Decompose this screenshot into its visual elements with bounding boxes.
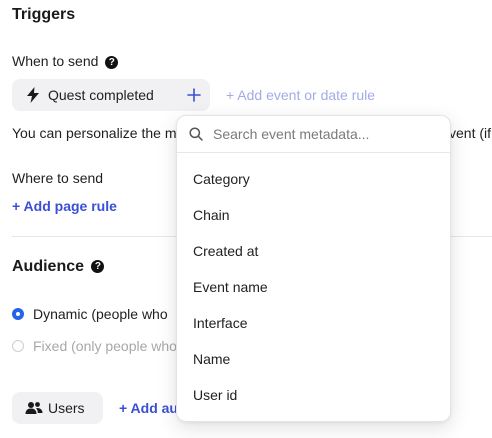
event-chip-label: Quest completed bbox=[48, 87, 154, 103]
help-icon[interactable]: ? bbox=[91, 260, 105, 274]
audience-title: Audience bbox=[12, 258, 85, 275]
event-chip[interactable]: Quest completed bbox=[12, 79, 210, 111]
when-to-send-text: When to send bbox=[12, 53, 99, 69]
personalize-text-right: vent (if bbox=[449, 125, 492, 141]
search-icon bbox=[189, 127, 203, 141]
dropdown-option-created-at[interactable]: Created at bbox=[193, 241, 258, 261]
dropdown-option-interface[interactable]: Interface bbox=[193, 313, 247, 333]
where-to-send-label: Where to send bbox=[12, 170, 104, 186]
personalize-text-left: You can personalize the m bbox=[12, 125, 177, 141]
users-chip[interactable]: Users bbox=[12, 392, 103, 424]
search-event-metadata-input[interactable] bbox=[213, 124, 438, 144]
audience-heading: Audience ? bbox=[12, 258, 105, 276]
help-icon[interactable]: ? bbox=[105, 55, 119, 69]
when-to-send-label: When to send ? bbox=[12, 53, 119, 69]
add-page-rule-link[interactable]: + Add page rule bbox=[12, 198, 117, 214]
triggers-heading: Triggers bbox=[12, 6, 76, 23]
dynamic-radio-label: Dynamic (people who bbox=[33, 306, 168, 322]
add-event-or-date-rule-link[interactable]: + Add event or date rule bbox=[226, 87, 375, 103]
dropdown-option-name[interactable]: Name bbox=[193, 349, 230, 369]
dropdown-search-row bbox=[177, 116, 450, 153]
dynamic-radio[interactable] bbox=[12, 308, 24, 320]
dropdown-option-user-id[interactable]: User id bbox=[193, 385, 237, 405]
dropdown-option-event-name[interactable]: Event name bbox=[193, 277, 268, 297]
lightning-bolt-icon bbox=[26, 87, 40, 103]
trigger-settings-panel: Triggers When to send ? Quest completed … bbox=[0, 0, 492, 438]
plus-icon[interactable] bbox=[187, 88, 201, 102]
users-icon bbox=[25, 401, 43, 415]
dropdown-option-category[interactable]: Category bbox=[193, 169, 250, 189]
event-metadata-dropdown: Category Chain Created at Event name Int… bbox=[176, 115, 451, 422]
fixed-radio[interactable] bbox=[12, 340, 24, 352]
users-chip-label: Users bbox=[48, 400, 85, 416]
fixed-radio-label: Fixed (only people who bbox=[33, 338, 177, 354]
add-audience-link[interactable]: + Add au bbox=[119, 400, 178, 416]
dropdown-option-chain[interactable]: Chain bbox=[193, 205, 230, 225]
